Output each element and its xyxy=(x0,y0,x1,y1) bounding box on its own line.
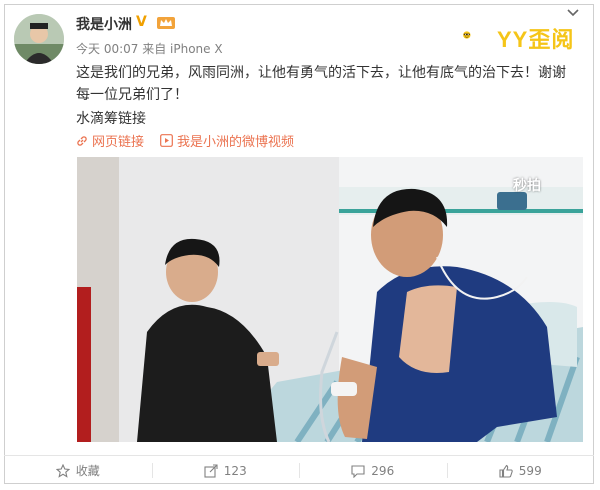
post-meta: 今天 00:07 来自 iPhone X xyxy=(76,42,223,56)
thumbs-up-icon xyxy=(499,464,513,478)
video-watermark: 秒拍 xyxy=(513,178,541,194)
verified-badge: V xyxy=(136,14,147,30)
favorite-button[interactable]: 收藏 xyxy=(4,456,152,485)
yy-brand-text: YY歪阅 xyxy=(497,27,575,52)
share-icon xyxy=(204,463,218,478)
post-links: 网页链接 我是小洲的微博视频 xyxy=(76,131,310,150)
video-link-label: 我是小洲的微博视频 xyxy=(177,135,295,150)
like-count: 599 xyxy=(518,463,542,478)
comment-count: 296 xyxy=(371,463,395,478)
username[interactable]: 我是小洲 xyxy=(76,14,132,34)
repost-count: 123 xyxy=(223,463,247,478)
link-icon xyxy=(77,135,87,146)
web-link[interactable]: 网页链接 xyxy=(76,131,144,150)
play-icon xyxy=(160,134,173,147)
chevron-down-icon[interactable] xyxy=(566,8,580,18)
video-link[interactable]: 我是小洲的微博视频 xyxy=(160,131,294,150)
comment-button[interactable]: 296 xyxy=(299,456,447,485)
comment-icon xyxy=(351,464,365,478)
avatar[interactable] xyxy=(14,14,64,64)
web-link-label: 网页链接 xyxy=(92,135,145,150)
like-button[interactable]: 599 xyxy=(446,456,595,485)
action-bar: 收藏 123 296 599 xyxy=(4,455,594,485)
post-text: 这是我们的兄弟，风雨同洲，让他有勇气的活下去，让他有底气的治下去！谢谢每一位兄弟… xyxy=(76,65,566,103)
video-player[interactable]: 秒拍 xyxy=(77,157,583,442)
fundraiser-link[interactable]: 水滴筹链接 xyxy=(76,108,146,128)
star-icon xyxy=(55,463,70,478)
video-frame-image xyxy=(77,157,583,442)
repost-button[interactable]: 123 xyxy=(151,456,300,485)
favorite-label: 收藏 xyxy=(75,464,100,478)
member-crown-icon xyxy=(157,17,175,29)
yy-logo-icon xyxy=(463,31,471,39)
